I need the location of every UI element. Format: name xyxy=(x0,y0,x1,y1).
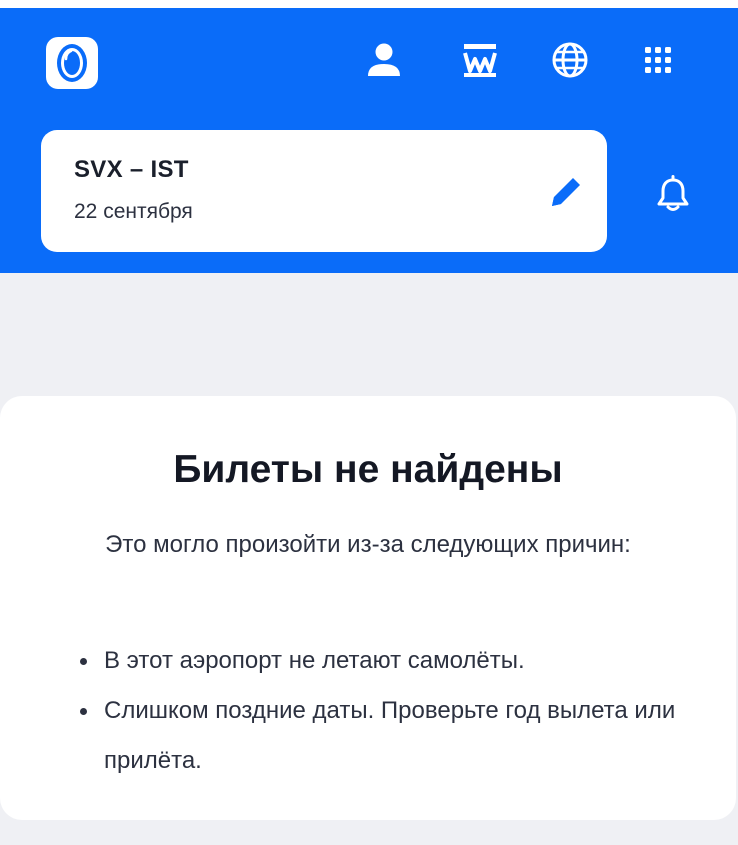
route-label: SVX – IST xyxy=(74,156,189,183)
reason-item: В этот аэропорт не летают самолёты. xyxy=(76,636,696,686)
loyalty-icon[interactable] xyxy=(458,38,502,82)
no-results-subtitle: Это могло произойти из-за следующих прич… xyxy=(105,531,631,558)
porthole-logo-icon[interactable] xyxy=(34,35,110,91)
apps-grid-icon[interactable] xyxy=(636,38,680,82)
no-results-title: Билеты не найдены xyxy=(173,448,563,491)
globe-icon[interactable] xyxy=(548,38,592,82)
pencil-icon[interactable] xyxy=(541,167,591,217)
status-strip xyxy=(0,0,738,8)
reasons-list: В этот аэропорт не летают самолёты. Слиш… xyxy=(76,636,696,786)
bell-icon[interactable] xyxy=(650,171,696,217)
reason-item: Слишком поздние даты. Проверьте год выле… xyxy=(76,686,696,786)
no-results-card: Билеты не найдены Это могло произойти из… xyxy=(0,396,736,820)
profile-icon[interactable] xyxy=(362,38,406,82)
search-summary-card[interactable]: SVX – IST 22 сентября xyxy=(41,130,607,252)
app-header: SVX – IST 22 сентября xyxy=(0,8,738,273)
date-label: 22 сентября xyxy=(74,200,193,223)
